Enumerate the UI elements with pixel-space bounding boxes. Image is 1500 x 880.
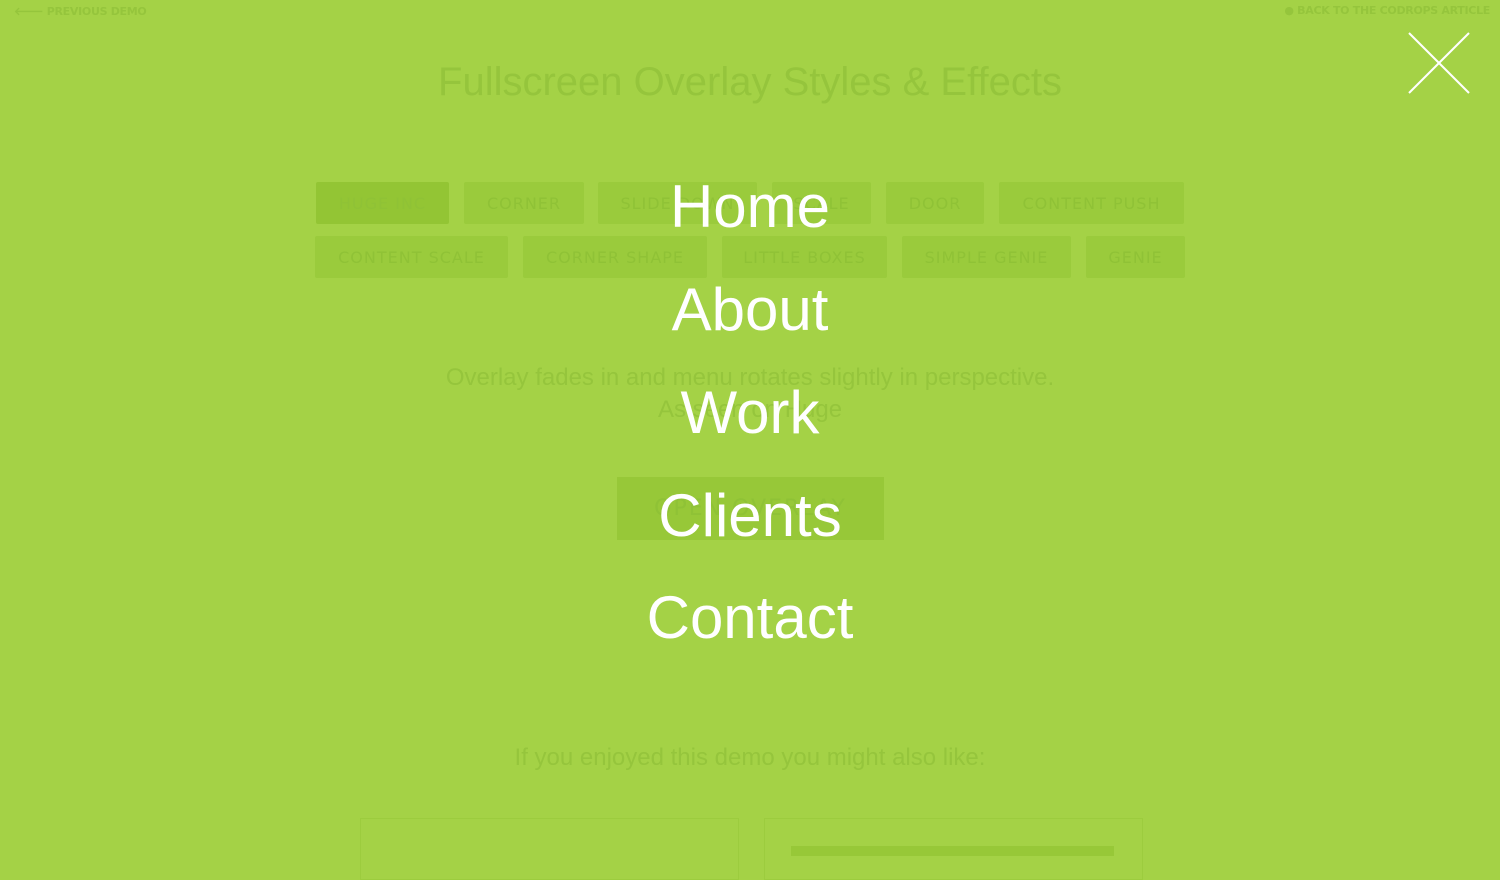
demo-button-genie[interactable]: GENIE: [1086, 236, 1185, 278]
back-to-article-link[interactable]: ● BACK TO THE CODROPS ARTICLE: [1284, 4, 1490, 17]
drop-icon: ●: [1284, 4, 1298, 17]
previous-demo-link[interactable]: 🡐 PREVIOUS DEMO: [14, 4, 147, 18]
page-title: Fullscreen Overlay Styles & Effects: [438, 60, 1062, 104]
menu-item-clients[interactable]: Clients: [0, 481, 1500, 551]
demo-button-corner-shape[interactable]: CORNER SHAPE: [523, 236, 707, 278]
arrow-left-icon: 🡐: [14, 5, 47, 18]
menu-item-about[interactable]: About: [0, 275, 1500, 345]
demo-button-little-boxes[interactable]: LITTLE BOXES: [722, 236, 887, 278]
close-overlay-button[interactable]: [1404, 28, 1474, 98]
menu-item-home[interactable]: Home: [0, 172, 1500, 242]
related-card[interactable]: [360, 818, 739, 880]
menu-item-contact[interactable]: Contact: [0, 583, 1500, 653]
demo-button-content-scale[interactable]: CONTENT SCALE: [315, 236, 508, 278]
related-card-image: [791, 846, 1114, 856]
demo-button-simple-genie[interactable]: SIMPLE GENIE: [902, 236, 1071, 278]
related-heading: If you enjoyed this demo you might also …: [514, 744, 986, 771]
menu-item-work[interactable]: Work: [0, 378, 1500, 448]
close-icon: [1408, 32, 1470, 94]
